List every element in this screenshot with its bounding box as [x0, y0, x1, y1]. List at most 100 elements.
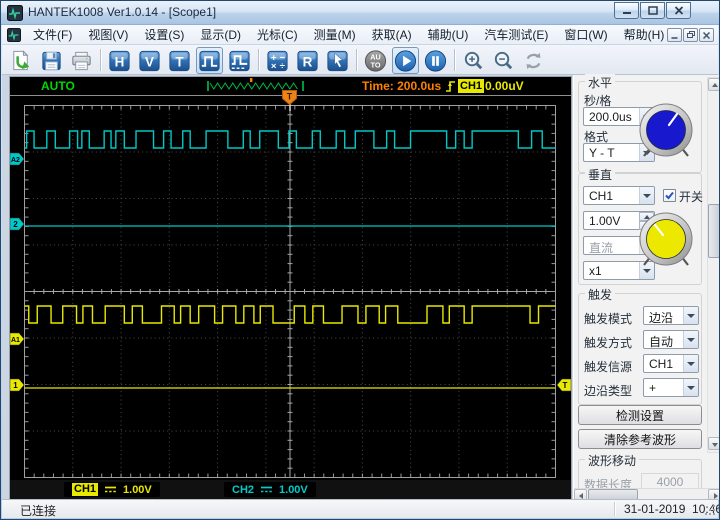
horizontal-button[interactable]: H: [106, 47, 133, 74]
scope-display[interactable]: A2 2 A1 1 T: [9, 97, 572, 480]
svg-text:V: V: [145, 54, 154, 69]
menu-item-7[interactable]: 辅助(U): [420, 24, 477, 45]
dc-coupling-icon: [261, 486, 273, 493]
trigger-level-marker[interactable]: T: [556, 378, 572, 392]
minimize-icon: [622, 12, 631, 14]
chevron-down-icon: [683, 307, 698, 324]
svg-text:H: H: [115, 54, 125, 69]
menu-item-1[interactable]: 视图(V): [80, 24, 136, 45]
scroll-down-button[interactable]: [708, 437, 719, 450]
vertical-button[interactable]: V: [136, 47, 163, 74]
client-area: AUTO Time: 200.0us CH1 0.00uV A2 2 A1 1 T T: [2, 74, 719, 501]
refresh-button[interactable]: [520, 47, 547, 74]
reference-icon: R: [297, 50, 318, 71]
menu-item-9[interactable]: 窗口(W): [556, 24, 615, 45]
open-button[interactable]: [8, 47, 35, 74]
auto-set-icon: AUTO: [364, 49, 387, 72]
edge-type-select[interactable]: +: [643, 378, 699, 397]
save-icon: [42, 51, 61, 70]
volts-knob[interactable]: [635, 207, 697, 271]
timebase-knob[interactable]: [635, 98, 697, 162]
scroll-thumb[interactable]: [708, 204, 719, 258]
menu-item-3[interactable]: 显示(D): [192, 24, 249, 45]
reference-button[interactable]: R: [294, 47, 321, 74]
menu-item-10[interactable]: 帮助(H): [616, 24, 673, 45]
mdi-close-button[interactable]: [699, 28, 714, 42]
math-button[interactable]: + − × ÷: [264, 47, 291, 74]
check-icon: [665, 191, 674, 200]
window-title: HANTEK1008 Ver1.0.14 - [Scope1]: [28, 5, 217, 19]
zoom-out-icon: [494, 51, 513, 69]
svg-text:A2: A2: [11, 157, 20, 164]
pause-button[interactable]: [422, 47, 449, 74]
run-icon: [394, 49, 417, 72]
run-button[interactable]: [392, 47, 419, 74]
horizontal-group: 水平 秒/格 200.0us 格式 Y - T: [578, 74, 702, 173]
menu-item-0[interactable]: 文件(F): [25, 24, 80, 45]
minimize-button[interactable]: [614, 2, 639, 19]
toolbar-separator: [258, 49, 259, 71]
pulse-measure-button[interactable]: [226, 47, 253, 74]
svg-text:A1: A1: [11, 337, 20, 344]
channel-marker-a2[interactable]: A2: [9, 152, 25, 166]
trigger-sweep-select[interactable]: 自动: [643, 330, 699, 349]
menu-item-2[interactable]: 设置(S): [136, 24, 192, 45]
ch2-readout[interactable]: CH2 1.00V: [224, 482, 316, 497]
close-button[interactable]: [666, 2, 691, 19]
mdi-minimize-button[interactable]: [667, 28, 682, 42]
zoom-in-icon: [464, 51, 483, 69]
print-button[interactable]: [68, 47, 95, 74]
zoom-in-button[interactable]: [460, 47, 487, 74]
scope-window: AUTO Time: 200.0us CH1 0.00uV A2 2 A1 1 T T: [9, 76, 572, 500]
toolbar-separator: [356, 49, 357, 71]
channel-switch-checkbox[interactable]: [663, 189, 676, 202]
channel-readout-strip: CH1 1.00V CH2 1.00V: [10, 480, 571, 499]
maximize-button[interactable]: [640, 2, 665, 19]
svg-text:T: T: [563, 381, 568, 390]
vertical-icon: V: [139, 50, 160, 71]
chevron-down-icon: [639, 187, 654, 204]
channel-marker-a1[interactable]: A1: [9, 332, 25, 346]
scope-document-icon: [7, 27, 21, 42]
statusbar: 已连接 31-01-2019 10:46: [2, 499, 719, 518]
channel-marker-1[interactable]: 1: [9, 378, 25, 392]
detect-settings-button[interactable]: 检测设置: [578, 405, 702, 425]
open-icon: [13, 49, 30, 70]
trigger-mode-select[interactable]: 边沿: [643, 306, 699, 325]
vertical-group: 垂直 CH1 开关 1.00V 直流 x1: [578, 166, 703, 285]
trigger-position-marker[interactable]: T: [282, 90, 297, 105]
trigger-button[interactable]: T: [166, 47, 193, 74]
clear-reference-button[interactable]: 清除参考波形: [578, 429, 702, 449]
mdi-restore-button[interactable]: [683, 28, 698, 42]
menu-item-6[interactable]: 获取(A): [364, 24, 420, 45]
pulse-wave-icon: [199, 50, 220, 71]
auto-set-button[interactable]: AU TO: [362, 47, 389, 74]
channel-select[interactable]: CH1: [583, 186, 655, 205]
dc-coupling-icon: [105, 486, 117, 493]
channel-marker-2[interactable]: 2: [9, 217, 25, 231]
waveform-move-title: 波形移动: [585, 452, 640, 469]
scroll-up-button[interactable]: [708, 78, 719, 91]
save-button[interactable]: [38, 47, 65, 74]
panel-vertical-scrollbar[interactable]: [707, 77, 719, 453]
pulse-wave-button[interactable]: [196, 47, 223, 74]
trigger-source-select[interactable]: CH1: [643, 354, 699, 373]
cursor-button[interactable]: [324, 47, 351, 74]
svg-text:R: R: [303, 54, 313, 69]
ch1-readout[interactable]: CH1 1.00V: [64, 482, 160, 497]
app-icon: [7, 5, 23, 21]
vertical-group-title: 垂直: [585, 166, 616, 183]
resize-grip[interactable]: [704, 504, 717, 517]
mdi-restore-icon: [686, 31, 695, 38]
zoom-out-button[interactable]: [490, 47, 517, 74]
acquisition-mode-label: AUTO: [41, 79, 75, 93]
svg-text:2: 2: [13, 220, 18, 229]
chevron-down-icon: [683, 355, 698, 372]
ch2-scale: 1.00V: [279, 483, 308, 496]
menu-item-4[interactable]: 光标(C): [249, 24, 306, 45]
statusbar-divider: [614, 502, 615, 516]
menu-item-5[interactable]: 测量(M): [306, 24, 364, 45]
timebase-readout: Time: 200.0us: [362, 79, 442, 93]
menu-item-8[interactable]: 汽车测试(E): [476, 24, 556, 45]
trigger-source-label: 触发信源: [584, 360, 633, 374]
